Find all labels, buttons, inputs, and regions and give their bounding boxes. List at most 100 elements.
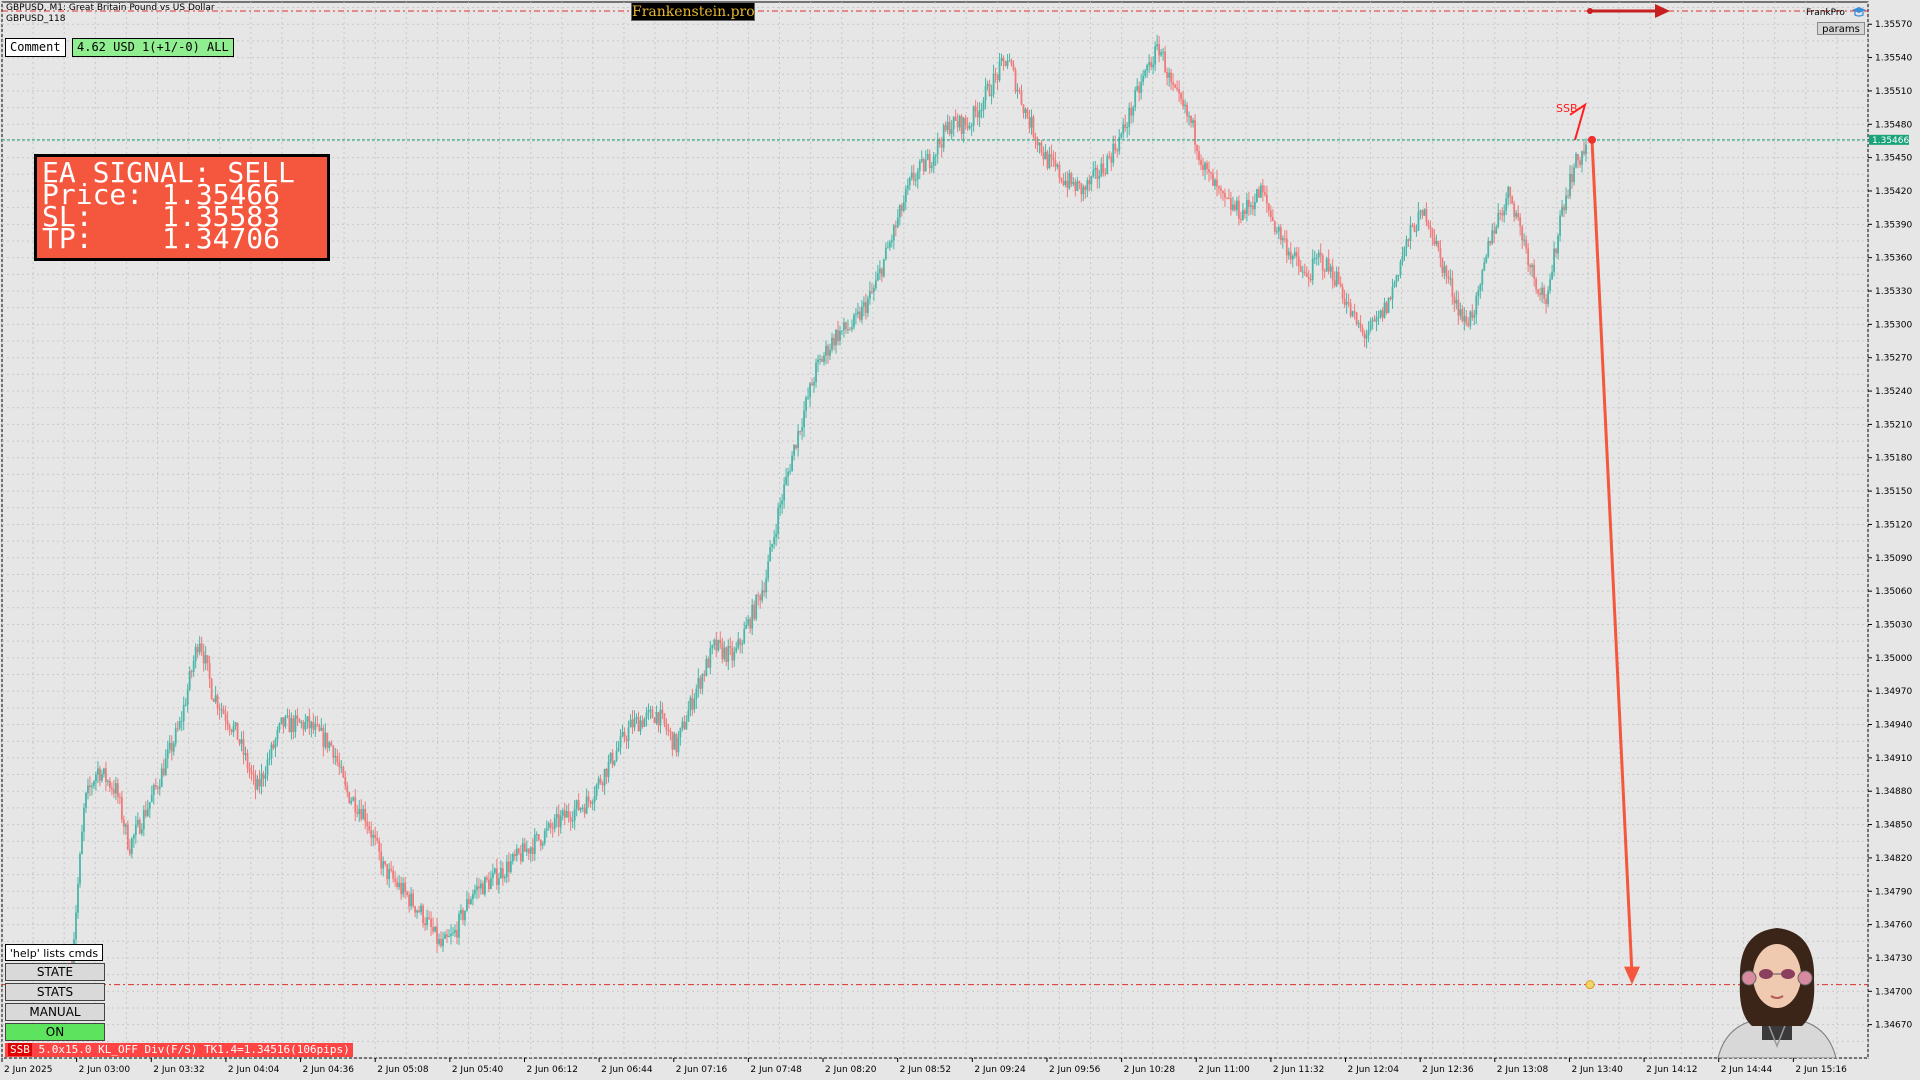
candle-body xyxy=(222,709,225,714)
candle-body xyxy=(823,355,825,362)
candle-body xyxy=(486,877,488,880)
candle-body xyxy=(845,322,847,330)
candle-body xyxy=(944,125,947,131)
candle-body xyxy=(900,205,903,211)
price-tick-label: 1.34940 xyxy=(1875,721,1912,731)
candle-body xyxy=(1188,115,1190,117)
candle-body xyxy=(180,720,183,722)
candle-body xyxy=(1523,239,1526,241)
candle-body xyxy=(120,797,123,820)
candle-body xyxy=(1567,195,1569,197)
candle-body xyxy=(1311,258,1314,281)
candle-body xyxy=(687,710,690,722)
strategy-status-bar: SSB 5.0x15.0 KL_OFF Div(F/S) TK1.4=1.345… xyxy=(5,1043,353,1057)
candle-body xyxy=(1232,204,1234,210)
candle-body xyxy=(1068,173,1071,189)
time-tick-label: 2 Jun 11:32 xyxy=(1273,1065,1324,1075)
candle-body xyxy=(723,647,726,659)
candle-body xyxy=(970,125,973,127)
candle-body xyxy=(318,725,321,731)
candle-body xyxy=(1331,266,1334,281)
candle-body xyxy=(1263,192,1266,195)
candle-body xyxy=(952,116,955,130)
time-tick-label: 2 Jun 08:52 xyxy=(900,1065,951,1075)
candle-body xyxy=(609,752,612,762)
candle-body xyxy=(801,427,803,432)
candle-body xyxy=(561,810,564,816)
candle-body xyxy=(489,878,492,890)
candle-body xyxy=(1176,87,1178,90)
price-tick-label: 1.35000 xyxy=(1875,654,1912,664)
candle-body xyxy=(753,604,756,619)
candle-body xyxy=(1495,226,1498,234)
target-point-marker xyxy=(1585,980,1595,990)
brand-badge[interactable]: Frankenstein.pro xyxy=(631,2,755,21)
price-tick-label: 1.34670 xyxy=(1875,1021,1912,1031)
manual-button[interactable]: MANUAL xyxy=(5,1003,105,1021)
candle-body xyxy=(1303,271,1306,273)
candle-body xyxy=(1335,271,1338,286)
price-tick-label: 1.35180 xyxy=(1875,454,1912,464)
candle-body xyxy=(721,642,724,659)
candle-body xyxy=(1557,235,1559,254)
candle-body xyxy=(1273,221,1276,232)
candle-body xyxy=(837,330,839,342)
candle-body xyxy=(605,768,608,777)
candle-body xyxy=(1088,180,1091,185)
candle-body xyxy=(1050,154,1053,158)
candle-body xyxy=(294,715,297,732)
candle-body xyxy=(1339,283,1342,288)
candle-body xyxy=(426,917,428,926)
candle-body xyxy=(160,768,163,787)
candle-body xyxy=(1365,335,1368,339)
candle-body xyxy=(1327,258,1330,272)
candle-body xyxy=(256,779,259,790)
candle-body xyxy=(258,779,261,787)
graduation-cap-icon[interactable] xyxy=(1851,6,1867,18)
candle-body xyxy=(831,337,833,350)
comment-button[interactable]: Comment xyxy=(5,38,66,57)
candle-body xyxy=(535,834,538,836)
time-tick-label: 2 Jun 12:04 xyxy=(1348,1065,1400,1075)
on-toggle-button[interactable]: ON xyxy=(5,1023,105,1041)
candle-body xyxy=(458,913,460,938)
candle-body xyxy=(1052,157,1055,161)
candle-body xyxy=(434,926,436,932)
candle-body xyxy=(980,110,983,112)
time-axis: 2 Jun 2025 2 Jun 03:00 2 Jun 03:32 2 Jun 04… xyxy=(1,1058,1847,1075)
candle-body xyxy=(326,732,329,748)
candle-body xyxy=(1397,275,1400,277)
candle-body xyxy=(819,358,821,360)
candle-body xyxy=(697,677,700,689)
candle-body xyxy=(863,302,865,307)
candle-body xyxy=(705,658,708,676)
candle-body xyxy=(146,808,149,816)
price-tick-label: 1.35060 xyxy=(1875,587,1912,597)
candle-body xyxy=(274,739,277,749)
candle-body xyxy=(1174,84,1176,88)
price-tick-label: 1.35240 xyxy=(1875,387,1912,397)
candle-body xyxy=(156,787,159,789)
state-button[interactable]: STATE xyxy=(5,963,105,981)
candle-body xyxy=(218,708,221,710)
candle-body xyxy=(420,905,422,913)
stats-button[interactable]: STATS xyxy=(5,983,105,1001)
candle-body xyxy=(1100,163,1103,177)
time-tick-label: 2 Jun 05:08 xyxy=(377,1065,429,1075)
candle-body xyxy=(1036,140,1039,146)
candle-body xyxy=(182,705,185,721)
candle-body xyxy=(757,594,760,597)
candle-body xyxy=(962,117,965,134)
candle-body xyxy=(659,709,662,726)
candle-body xyxy=(972,106,975,126)
candle-body xyxy=(154,785,157,788)
candle-body xyxy=(545,827,548,831)
price-tick-label: 1.35450 xyxy=(1875,154,1912,164)
candle-body xyxy=(1182,99,1184,107)
candle-body xyxy=(912,172,915,181)
candle-body xyxy=(220,709,223,711)
params-button[interactable]: params xyxy=(1817,22,1865,35)
candle-body xyxy=(464,910,466,921)
candle-body xyxy=(1547,290,1550,305)
candle-body xyxy=(158,786,161,789)
